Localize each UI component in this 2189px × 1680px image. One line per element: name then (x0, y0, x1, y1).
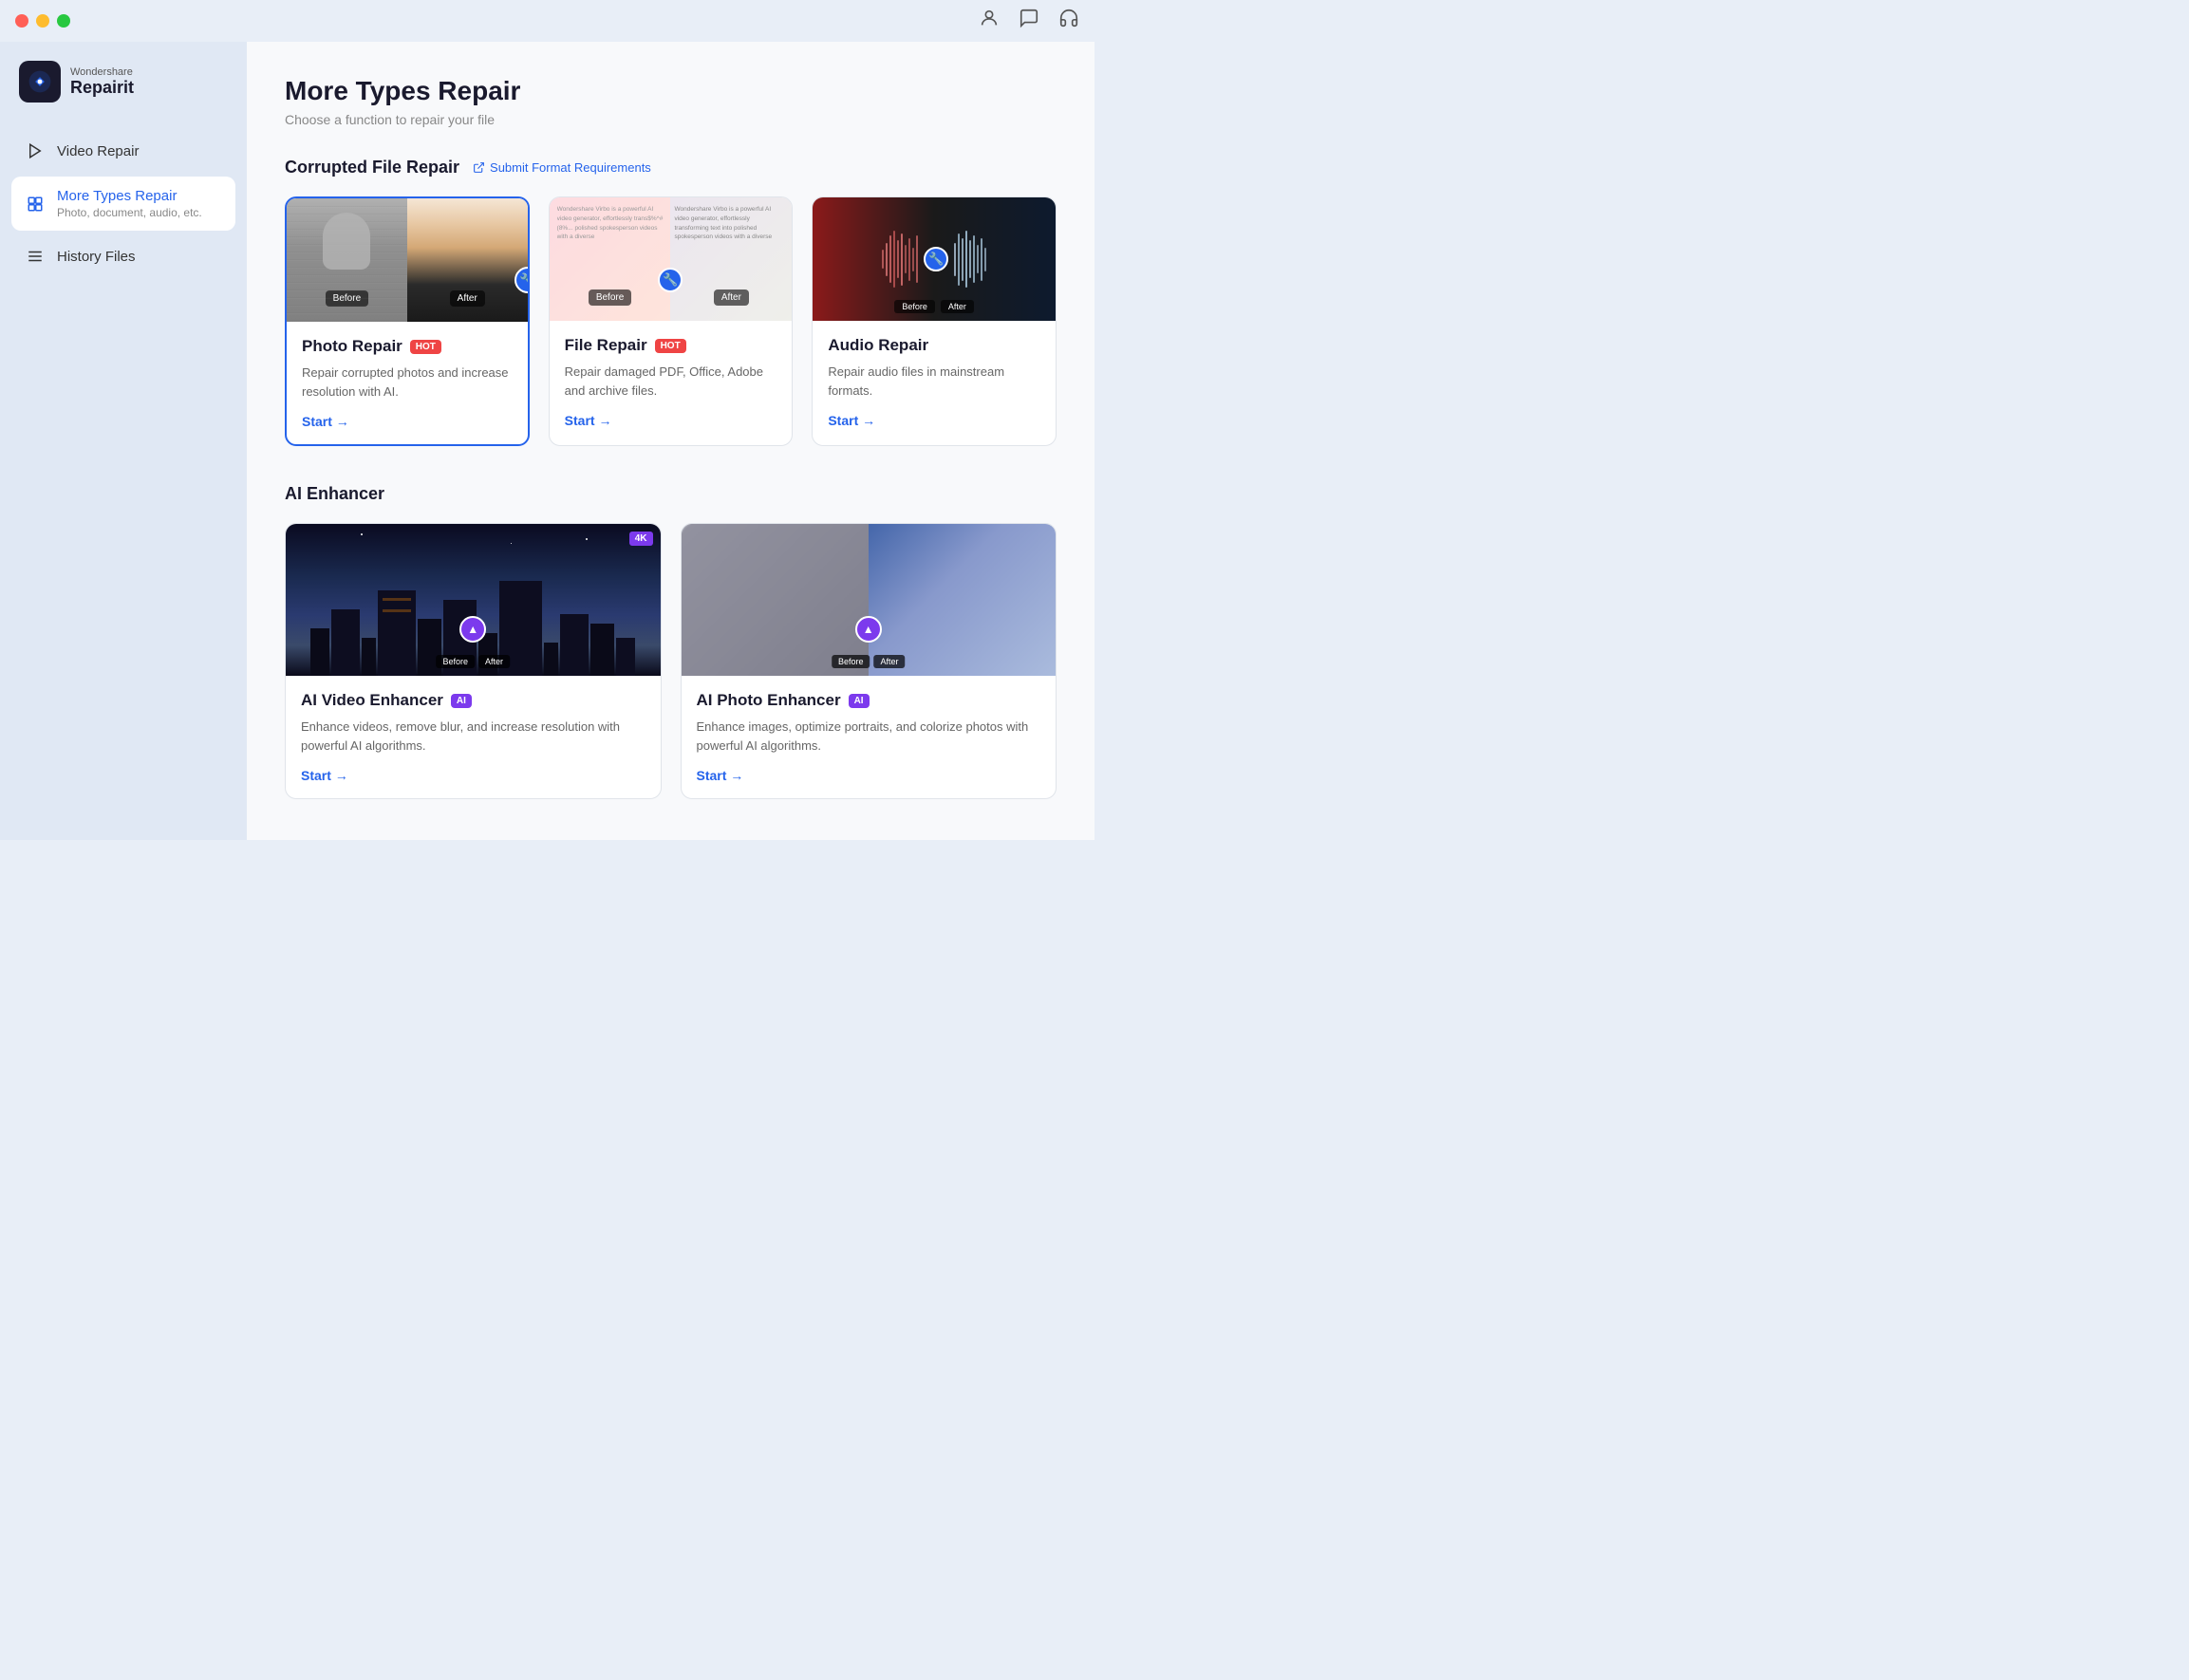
photo-repair-title: Photo Repair (302, 337, 402, 356)
sidebar-item-more-types-repair[interactable]: More Types Repair Photo, document, audio… (11, 177, 235, 231)
logo-text: Wondershare Repairit (70, 66, 134, 98)
file-before-label: Before (589, 289, 631, 306)
ai-photo-badge: AI (849, 694, 870, 708)
titlebar (0, 0, 1094, 42)
section-title-ai: AI Enhancer (285, 484, 384, 504)
ai-photo-start[interactable]: Start → (697, 768, 1041, 783)
ai-video-overlay-icon: ▲ (459, 616, 486, 643)
headphones-icon[interactable] (1058, 8, 1079, 34)
sidebar-item-subtitle-more-types: Photo, document, audio, etc. (57, 206, 202, 219)
ai-video-desc: Enhance videos, remove blur, and increas… (301, 718, 645, 755)
photo-repair-desc: Repair corrupted photos and increase res… (302, 364, 513, 401)
page-subtitle: Choose a function to repair your file (285, 112, 1057, 127)
photo-after-label: After (450, 290, 485, 307)
sidebar-item-history-files[interactable]: History Files (11, 234, 235, 278)
brand-name: Wondershare (70, 66, 134, 78)
ai-photo-enhancer-card[interactable]: ▲ Before After AI Photo Enhancer AI Enha… (681, 523, 1057, 799)
more-types-repair-icon (25, 194, 46, 215)
photo-repair-badge: HOT (410, 340, 441, 354)
submit-format-label: Submit Format Requirements (490, 160, 651, 175)
sidebar-item-video-repair[interactable]: Video Repair (11, 129, 235, 173)
close-button[interactable] (15, 14, 28, 28)
file-repair-desc: Repair damaged PDF, Office, Adobe and ar… (565, 363, 777, 400)
photo-repair-start[interactable]: Start → (302, 414, 513, 429)
4k-badge: 4K (629, 532, 653, 546)
audio-repair-start[interactable]: Start → (828, 413, 1040, 428)
ai-video-before-label: Before (436, 655, 475, 668)
file-repair-badge: HOT (655, 339, 686, 353)
file-repair-start[interactable]: Start → (565, 413, 777, 428)
corrupted-cards-grid: Before After 🔧 Photo Repair HOT (285, 196, 1057, 446)
ai-video-after-label: After (478, 655, 510, 668)
app-body: Wondershare Repairit Video Repair (0, 42, 1094, 840)
sidebar-item-label-video-repair: Video Repair (57, 143, 139, 159)
minimize-button[interactable] (36, 14, 49, 28)
ai-photo-before-label: Before (832, 655, 870, 668)
file-repair-overlay-icon: 🔧 (658, 268, 683, 292)
section-title-corrupted: Corrupted File Repair (285, 158, 459, 177)
sidebar: Wondershare Repairit Video Repair (0, 42, 247, 840)
ai-photo-overlay-icon: ▲ (855, 616, 882, 643)
ai-photo-image: ▲ Before After (682, 524, 1057, 676)
history-files-icon (25, 246, 46, 267)
person-icon[interactable] (979, 8, 1000, 34)
product-name: Repairit (70, 78, 134, 98)
sidebar-item-label-more-types: More Types Repair (57, 188, 202, 204)
photo-repair-card[interactable]: Before After 🔧 Photo Repair HOT (285, 196, 530, 446)
ai-video-title: AI Video Enhancer (301, 691, 443, 710)
traffic-lights (15, 14, 70, 28)
section-header-corrupted: Corrupted File Repair Submit Format Requ… (285, 158, 1057, 177)
app-logo-icon (19, 61, 61, 103)
submit-format-link[interactable]: Submit Format Requirements (473, 160, 651, 175)
audio-before-label: Before (894, 300, 935, 313)
ai-photo-desc: Enhance images, optimize portraits, and … (697, 718, 1041, 755)
audio-repair-overlay-icon: 🔧 (924, 247, 948, 271)
ai-cards-grid: 4K ▲ Before After AI Video Enhancer AI (285, 523, 1057, 799)
logo-area: Wondershare Repairit (11, 57, 235, 106)
sidebar-item-label-history: History Files (57, 249, 136, 265)
ai-photo-title: AI Photo Enhancer (697, 691, 841, 710)
chat-icon[interactable] (1019, 8, 1039, 34)
photo-repair-image: Before After 🔧 (287, 198, 528, 322)
file-repair-title: File Repair (565, 336, 647, 355)
audio-after-label: After (941, 300, 974, 313)
file-repair-image: Wondershare Virbo is a powerful AI video… (550, 197, 793, 321)
main-content: More Types Repair Choose a function to r… (247, 42, 1094, 840)
ai-video-start[interactable]: Start → (301, 768, 645, 783)
file-repair-card[interactable]: Wondershare Virbo is a powerful AI video… (549, 196, 794, 446)
section-header-ai: AI Enhancer (285, 484, 1057, 504)
maximize-button[interactable] (57, 14, 70, 28)
audio-repair-title: Audio Repair (828, 336, 928, 355)
ai-video-image: 4K ▲ Before After (286, 524, 661, 676)
audio-repair-image: 🔧 Before A (813, 197, 1056, 321)
ai-photo-after-label: After (874, 655, 906, 668)
page-title: More Types Repair (285, 76, 1057, 106)
ai-video-enhancer-card[interactable]: 4K ▲ Before After AI Video Enhancer AI (285, 523, 662, 799)
audio-repair-desc: Repair audio files in mainstream formats… (828, 363, 1040, 400)
file-after-label: After (714, 289, 749, 306)
titlebar-actions (979, 8, 1079, 34)
video-repair-icon (25, 140, 46, 161)
audio-repair-card[interactable]: 🔧 Before A (812, 196, 1057, 446)
ai-video-badge: AI (451, 694, 472, 708)
